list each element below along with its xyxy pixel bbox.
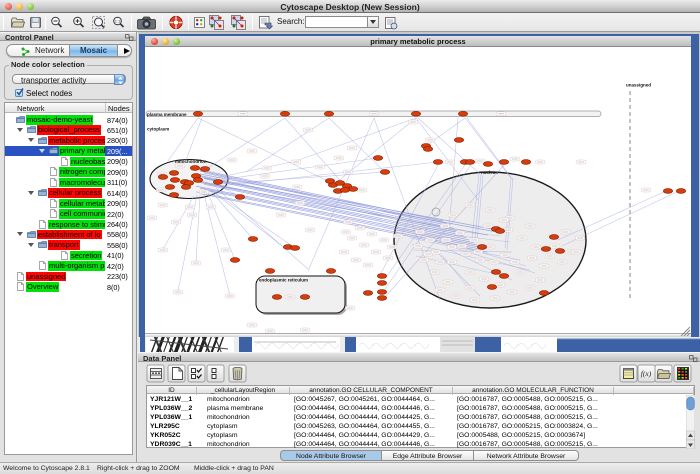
svg-text:cytoplasm: cytoplasm: [147, 127, 169, 132]
svg-text:1:1: 1:1: [115, 19, 121, 24]
svg-text:unassigned: unassigned: [626, 83, 651, 88]
svg-text:mitochondrion: mitochondrion: [175, 159, 207, 164]
svg-text:f(x): f(x): [641, 369, 652, 378]
svg-text:plasma membrane: plasma membrane: [147, 112, 187, 117]
svg-text:endoplasmic reticulum: endoplasmic reticulum: [259, 278, 308, 283]
